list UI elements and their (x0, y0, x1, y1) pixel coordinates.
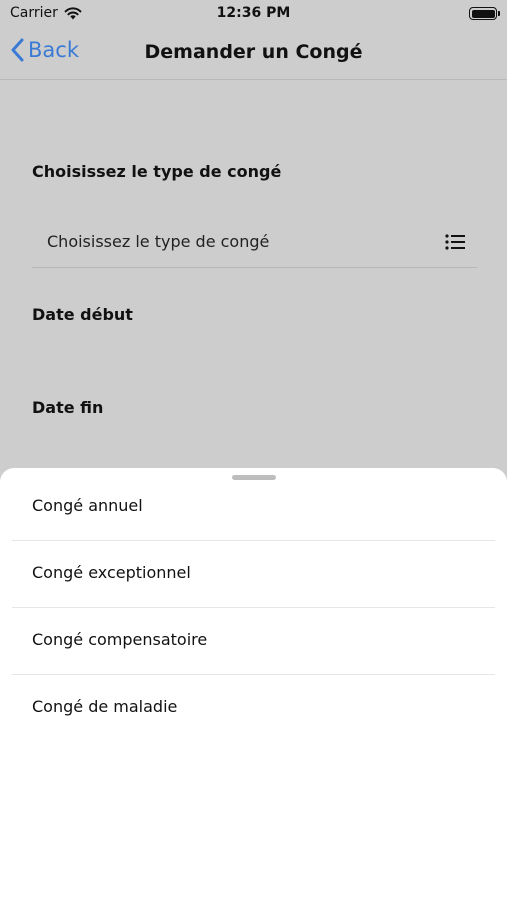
start-date-label: Date début (32, 305, 133, 324)
option-label: Congé de maladie (32, 697, 178, 716)
leave-type-select[interactable]: Choisissez le type de congé (32, 218, 477, 268)
leave-type-bottom-sheet: Congé annuel Congé exceptionnel Congé co… (0, 468, 507, 900)
leave-type-placeholder: Choisissez le type de congé (47, 232, 270, 251)
end-date-label: Date fin (32, 398, 104, 417)
navigation-bar: Back Demander un Congé (0, 28, 507, 80)
battery-icon (469, 7, 500, 20)
page-title: Demander un Congé (144, 41, 363, 63)
option-conge-compensatoire[interactable]: Congé compensatoire (12, 608, 495, 675)
leave-type-label: Choisissez le type de congé (32, 162, 282, 181)
status-time: 12:36 PM (216, 5, 291, 21)
option-label: Congé compensatoire (32, 630, 208, 649)
list-icon (445, 234, 465, 250)
option-label: Congé exceptionnel (32, 563, 191, 582)
option-conge-annuel[interactable]: Congé annuel (12, 474, 495, 541)
status-bar: Carrier 12:36 PM (0, 0, 507, 28)
option-label: Congé annuel (32, 496, 143, 515)
leave-type-option-list: Congé annuel Congé exceptionnel Congé co… (0, 474, 507, 742)
option-conge-de-maladie[interactable]: Congé de maladie (12, 675, 495, 742)
battery-fill (471, 9, 495, 18)
option-conge-exceptionnel[interactable]: Congé exceptionnel (12, 541, 495, 608)
